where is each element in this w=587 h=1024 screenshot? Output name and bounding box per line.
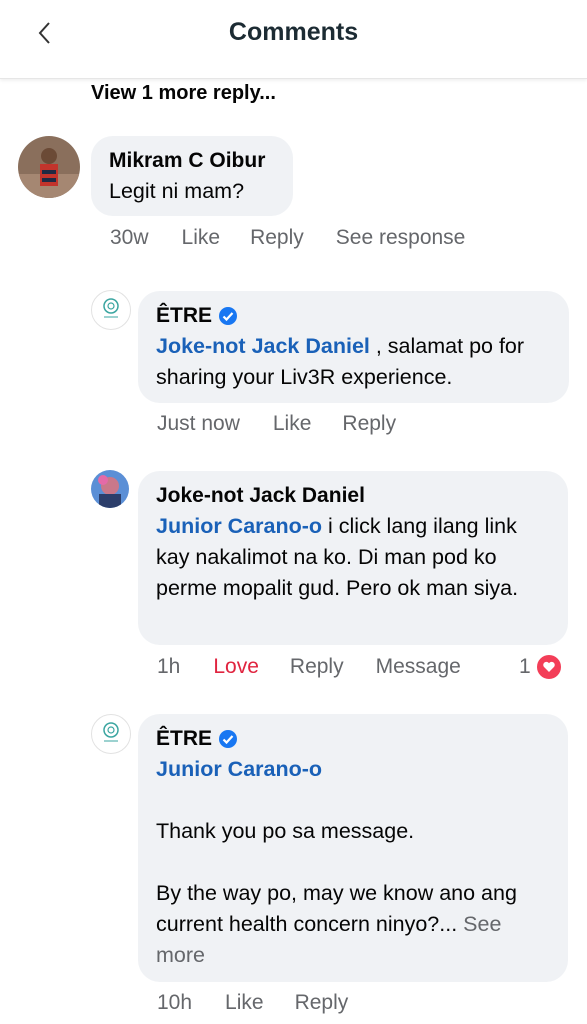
comment-author-row: ÊTRE: [156, 301, 551, 331]
comment-time: Just now: [157, 412, 240, 435]
etre-logo-icon: [103, 722, 119, 742]
comment-text: Junior Carano-o i click lang ilang link …: [156, 514, 519, 600]
love-button[interactable]: Love: [213, 655, 259, 679]
comment-author[interactable]: Joke-not Jack Daniel: [156, 481, 550, 511]
comment-time: 10h: [157, 991, 193, 1014]
comment-time: 30w: [110, 226, 149, 249]
reply-button[interactable]: Reply: [290, 655, 344, 679]
page-title: Comments: [228, 18, 359, 46]
mention-link[interactable]: Joke-not Jack Daniel: [156, 334, 370, 358]
avatar[interactable]: [91, 290, 131, 330]
top-bar: Comments: [0, 0, 587, 79]
comment-bubble: ÊTRE Junior Carano-o Thank you po sa mes…: [138, 714, 568, 982]
comment-bubble: ÊTRE Joke-not Jack Daniel , salamat po f…: [138, 291, 569, 403]
like-button[interactable]: Like: [273, 412, 312, 436]
like-button[interactable]: Like: [225, 991, 264, 1015]
comment-author[interactable]: ÊTRE: [156, 727, 212, 751]
comment-text: Legit ni mam?: [109, 179, 245, 203]
comment-time: 1h: [157, 655, 181, 678]
comment-bubble: Joke-not Jack Daniel Junior Carano-o i c…: [138, 471, 568, 645]
comment-text: Junior Carano-o Thank you po sa message.…: [156, 754, 550, 971]
see-response-button[interactable]: See response: [336, 226, 466, 250]
verified-badge-icon: [219, 307, 238, 325]
avatar[interactable]: [18, 136, 80, 198]
like-button[interactable]: Like: [182, 226, 221, 250]
verified-badge-icon: [219, 730, 238, 748]
reply-button[interactable]: Reply: [250, 226, 304, 250]
comment-author-row: ÊTRE: [156, 724, 550, 754]
comment-actions: 30w Like Reply See response: [110, 226, 465, 250]
comment-actions: 10h Like Reply: [157, 991, 348, 1015]
reply-button[interactable]: Reply: [295, 991, 349, 1015]
reaction-summary[interactable]: 1: [519, 653, 563, 681]
view-more-replies-link[interactable]: View 1 more reply...: [91, 82, 276, 105]
comment-bubble: Mikram C Oibur Legit ni mam?: [91, 136, 293, 216]
reaction-count: 1: [519, 655, 531, 678]
mention-link[interactable]: Junior Carano-o: [156, 754, 550, 785]
comment-author[interactable]: Mikram C Oibur: [109, 146, 275, 176]
comment-actions: 1h Love Reply Message: [157, 655, 461, 679]
etre-logo-icon: [103, 298, 119, 318]
avatar[interactable]: [91, 714, 131, 754]
heart-icon: [534, 653, 563, 681]
comment-actions: Just now Like Reply: [157, 412, 396, 436]
comment-author[interactable]: ÊTRE: [156, 304, 212, 328]
message-button[interactable]: Message: [376, 655, 461, 679]
mention-link[interactable]: Junior Carano-o: [156, 514, 322, 538]
reply-button[interactable]: Reply: [342, 412, 396, 436]
comment-text: Joke-not Jack Daniel , salamat po for sh…: [156, 334, 525, 389]
avatar[interactable]: [91, 470, 129, 508]
